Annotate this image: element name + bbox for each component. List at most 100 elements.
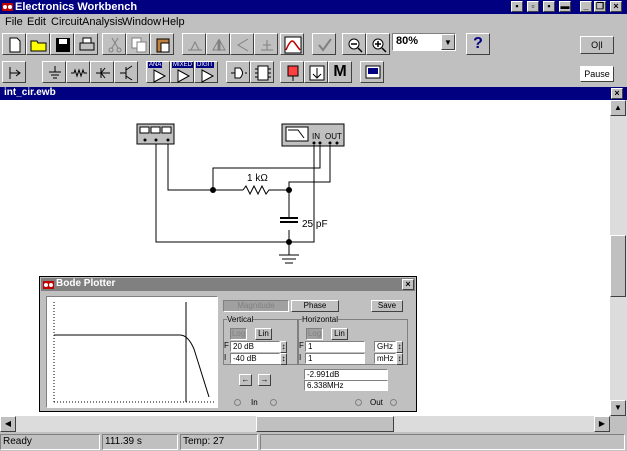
sources-bin-button[interactable] [42, 61, 66, 83]
printer-icon [79, 37, 95, 51]
close-button[interactable]: × [610, 1, 622, 12]
transistors-bin-button[interactable] [114, 61, 138, 83]
save-button[interactable] [50, 33, 74, 55]
controls-bin-button[interactable] [304, 61, 328, 83]
copy-icon [131, 37, 147, 53]
basic-bin-button[interactable] [66, 61, 90, 83]
horizontal-initial-field[interactable]: 1 [305, 353, 365, 364]
misc-bin-button[interactable]: M [328, 61, 352, 83]
bode-plot-area[interactable] [46, 296, 218, 408]
cut-button[interactable] [102, 33, 126, 55]
instruments-bin-button[interactable] [360, 61, 384, 83]
menu-file[interactable]: File [5, 16, 23, 28]
print-button[interactable] [74, 33, 98, 55]
tray-icon-1[interactable]: ▪ [511, 1, 523, 12]
pause-button[interactable]: Pause [580, 66, 614, 82]
subcircuit-button[interactable] [312, 33, 336, 55]
horizontal-scroll-thumb[interactable] [256, 416, 394, 432]
magnitude-tab[interactable]: Magnitude [223, 300, 289, 312]
in-plus-terminal[interactable] [234, 399, 241, 406]
tray-icon-2[interactable]: ▫ [527, 1, 539, 12]
horizontal-initial-spinner[interactable]: ↕ [396, 353, 403, 365]
open-button[interactable] [26, 33, 50, 55]
vertical-initial-label: I [224, 353, 227, 362]
junction [210, 187, 216, 193]
analog-ics-bin-button[interactable]: ANA [146, 61, 170, 83]
open-folder-icon [30, 40, 47, 52]
vertical-final-label: F [224, 341, 229, 350]
zoom-in-button[interactable] [366, 33, 390, 55]
vertical-log-button[interactable]: Log [230, 328, 247, 340]
restore-button[interactable]: ❐ [594, 1, 606, 12]
rotate-button[interactable] [182, 33, 206, 55]
out-minus-terminal[interactable] [390, 399, 397, 406]
tray-icon-3[interactable]: ▪ [543, 1, 555, 12]
diodes-bin-button[interactable] [90, 61, 114, 83]
menu-edit[interactable]: Edit [27, 16, 46, 28]
phase-tab[interactable]: Phase [291, 300, 339, 312]
power-switch[interactable]: O|I [580, 36, 614, 54]
bode-close-button[interactable]: × [402, 279, 414, 290]
flip-horizontal-button[interactable] [206, 33, 230, 55]
scroll-left-button[interactable]: ◀ [0, 416, 16, 432]
chevron-down-icon[interactable]: ▼ [441, 34, 455, 50]
paste-button[interactable] [150, 33, 174, 55]
horizontal-scrollbar[interactable]: ◀ ▶ [0, 416, 610, 432]
minimize-button[interactable]: _ [580, 1, 592, 12]
menu-help[interactable]: Help [162, 16, 185, 28]
horizontal-final-spinner[interactable]: ↕ [396, 341, 403, 353]
flip-vertical-button[interactable] [230, 33, 254, 55]
zoom-value: 80% [396, 35, 419, 47]
zoom-select[interactable]: 80% ▼ [392, 33, 456, 51]
analysis-graphs-button[interactable] [280, 33, 304, 55]
rotate-icon [188, 40, 202, 51]
digital-bin-button[interactable] [250, 61, 274, 83]
vertical-final-field[interactable]: 20 dB [230, 341, 280, 352]
vertical-lin-button[interactable]: Lin [255, 328, 272, 340]
cursor-right-button[interactable]: → [258, 374, 271, 386]
horizontal-log-button[interactable]: Log [306, 328, 323, 340]
help-button[interactable]: ? [466, 33, 490, 55]
capacitor[interactable] [280, 217, 298, 223]
cursor-left-button[interactable]: ← [239, 374, 252, 386]
tray-icon-4[interactable]: ▬ [559, 1, 571, 12]
scroll-down-button[interactable]: ▼ [610, 400, 626, 416]
copy-button[interactable] [126, 33, 150, 55]
horizontal-initial-unit[interactable]: mHz [374, 353, 396, 364]
menu-window[interactable]: Window [122, 16, 161, 28]
zoom-out-button[interactable] [342, 33, 366, 55]
resistor-label: 1 kΩ [247, 173, 268, 184]
vertical-initial-spinner[interactable]: ↕ [280, 353, 287, 365]
menu-circuit[interactable]: Circuit [51, 16, 82, 28]
scroll-right-button[interactable]: ▶ [594, 416, 610, 432]
horizontal-lin-button[interactable]: Lin [331, 328, 348, 340]
in-minus-terminal[interactable] [270, 399, 277, 406]
new-file-button[interactable] [2, 33, 26, 55]
component-properties-button[interactable] [254, 33, 278, 55]
in-label: In [251, 398, 258, 407]
digital-ic-icon [201, 69, 215, 83]
checkmark-icon [318, 38, 332, 52]
title-bar: Electronics Workbench ▪ ▫ ▪ ▬ _ ❐ × [0, 0, 627, 14]
indicators-bin-button[interactable] [280, 61, 304, 83]
zoom-out-icon [348, 38, 363, 53]
vertical-final-spinner[interactable]: ↕ [280, 341, 287, 353]
function-generator[interactable] [136, 123, 175, 145]
favorites-bin-button[interactable] [2, 61, 26, 83]
vertical-scroll-thumb[interactable] [610, 235, 626, 297]
menu-analysis[interactable]: Analysis [82, 16, 123, 28]
horizontal-final-unit[interactable]: GHz [374, 341, 396, 352]
scroll-up-button[interactable]: ▲ [610, 100, 626, 116]
vertical-scrollbar[interactable]: ▲ ▼ [610, 100, 627, 416]
vertical-initial-field[interactable]: -40 dB [230, 353, 280, 364]
out-plus-terminal[interactable] [355, 399, 362, 406]
document-close-button[interactable]: × [611, 88, 623, 99]
horizontal-final-label: F [299, 341, 304, 350]
resistor[interactable] [242, 184, 272, 196]
mixed-ics-bin-button[interactable]: MIXED [170, 61, 194, 83]
horizontal-final-field[interactable]: 1 [305, 341, 365, 352]
digital-ics-bin-button[interactable]: DIGIT [194, 61, 218, 83]
save-button[interactable]: Save [371, 300, 403, 312]
resistor-icon [71, 68, 87, 78]
logic-gates-bin-button[interactable] [226, 61, 250, 83]
